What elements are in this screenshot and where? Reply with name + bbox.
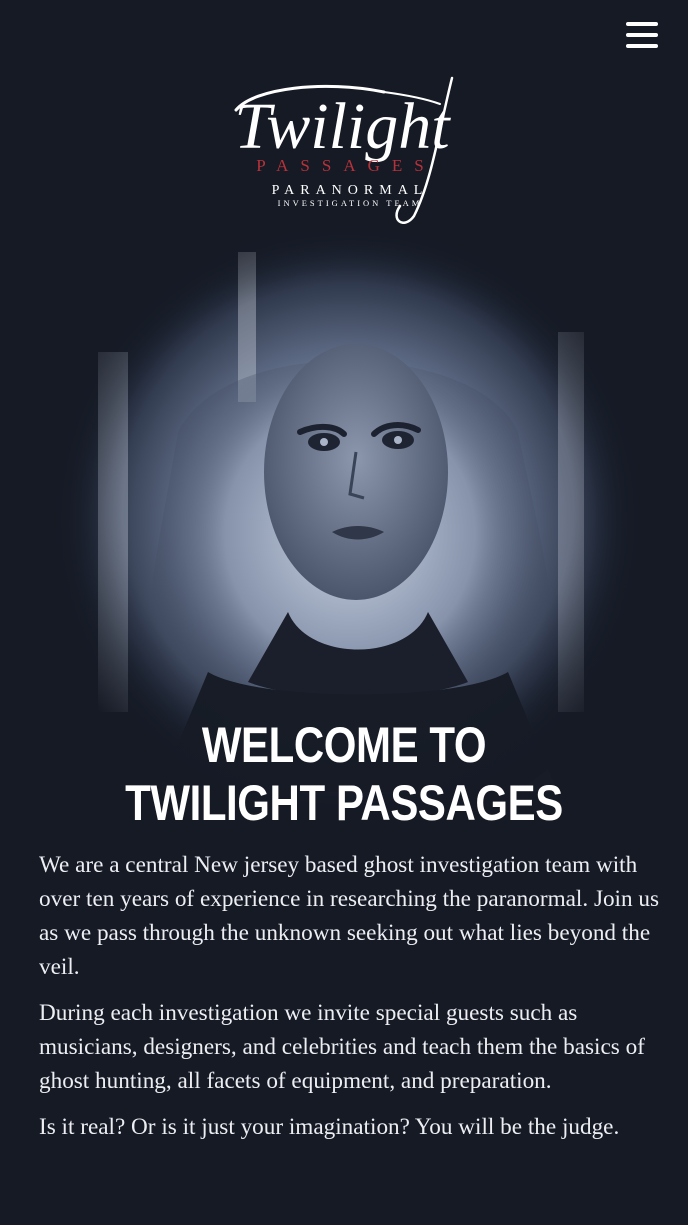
logo-script-word: Twilight (234, 90, 451, 163)
title-line-1: WELCOME TO (201, 717, 487, 773)
intro-text: We are a central New jersey based ghost … (39, 848, 661, 1156)
logo-caps-word: PASSAGES (256, 156, 435, 175)
intro-paragraph: During each investigation we invite spec… (39, 1000, 645, 1094)
site-logo[interactable]: Twilight PASSAGES PARANORMAL INVESTIGATI… (214, 70, 484, 224)
logo-line4: INVESTIGATION TEAM (278, 198, 423, 208)
title-line-2: TWILIGHT PASSAGES (125, 775, 563, 831)
intro-paragraph: We are a central New jersey based ghost … (39, 852, 660, 980)
intro-paragraph: Is it real? Or is it just your imaginati… (39, 1114, 620, 1140)
hamburger-menu-icon[interactable] (626, 22, 658, 48)
logo-line3: PARANORMAL (272, 183, 429, 198)
page-title: WELCOME TO TWILIGHT PASSAGES (55, 716, 633, 832)
